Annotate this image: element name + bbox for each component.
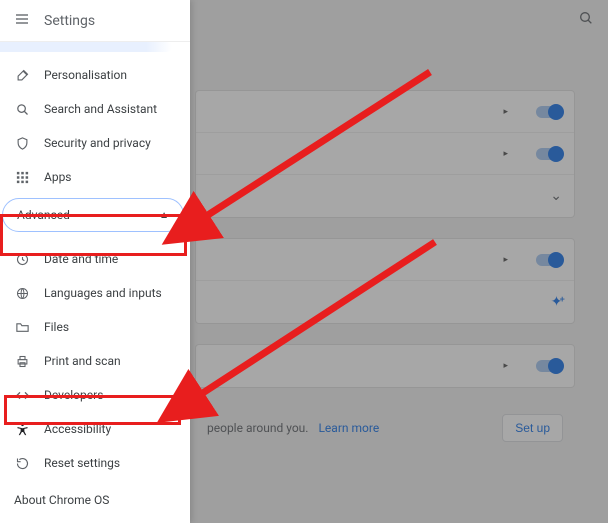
settings-drawer: Settings Personalisation Search and Assi…	[0, 0, 190, 523]
magnifier-icon	[14, 102, 30, 117]
accessibility-icon	[14, 422, 30, 437]
apps-grid-icon	[14, 170, 30, 185]
nav-advanced: Date and time Languages and inputs Files…	[0, 236, 190, 480]
sidebar-item-label: Personalisation	[44, 68, 127, 82]
sidebar-item-label: Search and Assistant	[44, 102, 157, 116]
printer-icon	[14, 354, 30, 369]
menu-icon[interactable]	[14, 11, 30, 31]
sidebar-item-print-scan[interactable]: Print and scan	[0, 344, 190, 378]
sidebar-item-security-privacy[interactable]: Security and privacy	[0, 126, 190, 160]
sidebar-item-label: Date and time	[44, 252, 118, 266]
sidebar-item-developers[interactable]: Developers	[0, 378, 190, 412]
shield-icon	[14, 136, 30, 151]
clock-icon	[14, 252, 30, 267]
sidebar-item-files[interactable]: Files	[0, 310, 190, 344]
drawer-title: Settings	[44, 13, 95, 29]
sidebar-advanced-toggle[interactable]: Advanced ▲	[2, 198, 184, 232]
sidebar-item-label: Security and privacy	[44, 136, 151, 150]
sidebar-item-reset-settings[interactable]: Reset settings	[0, 446, 190, 480]
sidebar-item-apps[interactable]: Apps	[0, 160, 190, 194]
sidebar-item-accessibility[interactable]: Accessibility	[0, 412, 190, 446]
about-chrome-os[interactable]: About Chrome OS	[14, 493, 109, 507]
sidebar-item-label: Languages and inputs	[44, 286, 162, 300]
sidebar-item-label: Reset settings	[44, 456, 120, 470]
brush-icon	[14, 68, 30, 83]
code-icon	[14, 388, 30, 403]
folder-icon	[14, 320, 30, 335]
sidebar-item-personalisation[interactable]: Personalisation	[0, 58, 190, 92]
sidebar-item-label: Print and scan	[44, 354, 121, 368]
sidebar-item-label: Accessibility	[44, 422, 111, 436]
sidebar-item-label: Apps	[44, 170, 72, 184]
sidebar-item-date-time[interactable]: Date and time	[0, 242, 190, 276]
reset-icon	[14, 456, 30, 471]
advanced-label: Advanced	[17, 208, 70, 222]
sidebar-item-label: Files	[44, 320, 69, 334]
active-highlight	[0, 42, 172, 52]
sidebar-item-label: Developers	[44, 388, 103, 402]
caret-up-icon: ▲	[159, 210, 169, 221]
sidebar-item-search-assistant[interactable]: Search and Assistant	[0, 92, 190, 126]
nav-top: Personalisation Search and Assistant Sec…	[0, 52, 190, 194]
globe-icon	[14, 286, 30, 301]
sidebar-item-languages-inputs[interactable]: Languages and inputs	[0, 276, 190, 310]
